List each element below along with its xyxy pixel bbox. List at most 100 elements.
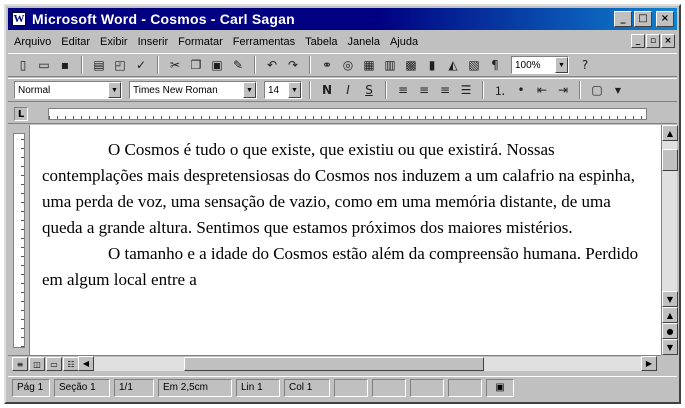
spelling-status-icon[interactable]: ▣ [486, 378, 514, 397]
menu-ajuda[interactable]: Ajuda [390, 36, 418, 48]
numbering-icon[interactable]: ⒈ [491, 81, 509, 99]
maximize-button[interactable]: □ [634, 11, 652, 27]
outline-view-icon[interactable]: ☷ [63, 357, 79, 371]
style-select[interactable]: Normal ▼ [14, 81, 122, 99]
close-button[interactable]: × [656, 11, 674, 27]
menu-janela[interactable]: Janela [348, 36, 380, 48]
hyperlink-icon[interactable]: ⚭ [318, 56, 336, 74]
undo-icon[interactable]: ↶ [263, 56, 281, 74]
toolbar-separator [81, 56, 83, 74]
show-hide-icon[interactable]: ¶ [486, 56, 504, 74]
cut-icon[interactable]: ✂ [166, 56, 184, 74]
status-rec[interactable] [334, 378, 368, 397]
toolbar-separator [309, 81, 311, 99]
word-app-icon[interactable]: W [12, 12, 26, 26]
menu-arquivo[interactable]: Arquivo [14, 36, 51, 48]
paragraph[interactable]: O Cosmos é tudo o que existe, que existi… [42, 137, 642, 241]
print-layout-icon[interactable]: ▭ [46, 357, 62, 371]
status-position: Em 2,5cm [158, 378, 232, 397]
toolbar-separator [385, 81, 387, 99]
columns-icon[interactable]: ▮ [423, 56, 441, 74]
status-pages: 1/1 [114, 378, 154, 397]
menu-editar[interactable]: Editar [61, 36, 90, 48]
standard-toolbar: ▯ ▭ ▪ ▤ ◰ ✓ ✂ ❐ ▣ ✎ ↶ ↷ ⚭ ◎ ▦ ▥ ▩ ▮ ◭ ▧ … [8, 53, 677, 77]
print-icon[interactable]: ▤ [90, 56, 108, 74]
menu-tabela[interactable]: Tabela [305, 36, 337, 48]
status-page: Pág 1 [12, 378, 50, 397]
scroll-left-icon[interactable]: ◀ [78, 356, 94, 371]
next-page-icon[interactable]: ▼ [662, 339, 678, 355]
horizontal-ruler[interactable]: L [8, 104, 677, 124]
status-trk[interactable] [372, 378, 406, 397]
decrease-indent-icon[interactable]: ⇤ [533, 81, 551, 99]
italic-icon[interactable]: I [339, 81, 357, 99]
minimize-button[interactable]: _ [614, 11, 632, 27]
horizontal-scroll-thumb[interactable] [184, 357, 484, 371]
previous-page-icon[interactable]: ▲ [662, 307, 678, 323]
drawing-icon[interactable]: ◭ [444, 56, 462, 74]
justify-icon[interactable]: ☰ [457, 81, 475, 99]
spelling-icon[interactable]: ✓ [132, 56, 150, 74]
chevron-down-icon[interactable]: ▼ [555, 57, 568, 73]
menu-ferramentas[interactable]: Ferramentas [233, 36, 295, 48]
insert-excel-icon[interactable]: ▩ [402, 56, 420, 74]
bold-icon[interactable]: N [318, 81, 336, 99]
document-text[interactable]: O Cosmos é tudo o que existe, que existi… [42, 137, 642, 293]
status-ovr[interactable] [448, 378, 482, 397]
normal-view-icon[interactable]: ≡ [12, 357, 28, 371]
toolbar-separator [579, 81, 581, 99]
title-bar[interactable]: W Microsoft Word - Cosmos - Carl Sagan _… [8, 8, 677, 30]
style-value: Normal [18, 84, 51, 96]
document-page[interactable]: O Cosmos é tudo o que existe, que existi… [30, 125, 663, 355]
status-ext[interactable] [410, 378, 444, 397]
vertical-ruler[interactable] [8, 125, 30, 355]
borders-icon[interactable]: ▢ [588, 81, 606, 99]
horizontal-scrollbar[interactable]: ≡ ◫ ▭ ☷ ◀ ▶ [8, 355, 661, 372]
web-layout-icon[interactable]: ◫ [29, 357, 45, 371]
redo-icon[interactable]: ↷ [284, 56, 302, 74]
help-icon[interactable]: ? [576, 56, 594, 74]
toolbar-separator [309, 56, 311, 74]
doc-close-button[interactable]: × [661, 34, 675, 48]
web-toolbar-icon[interactable]: ◎ [339, 56, 357, 74]
underline-icon[interactable]: S [360, 81, 378, 99]
doc-restore-button[interactable]: ▫ [646, 34, 660, 48]
doc-minimize-button[interactable]: _ [631, 34, 645, 48]
scroll-down-icon[interactable]: ▼ [662, 291, 678, 307]
chevron-down-icon[interactable]: ▼ [609, 81, 627, 99]
select-browse-object-icon[interactable]: ● [662, 323, 678, 339]
vertical-scroll-thumb[interactable] [662, 149, 678, 171]
menu-bar: Arquivo Editar Exibir Inserir Formatar F… [8, 32, 677, 52]
chevron-down-icon[interactable]: ▼ [243, 82, 256, 98]
print-preview-icon[interactable]: ◰ [111, 56, 129, 74]
align-right-icon[interactable]: ≡ [436, 81, 454, 99]
horizontal-scroll-track[interactable] [94, 357, 641, 371]
chevron-down-icon[interactable]: ▼ [288, 82, 301, 98]
tables-borders-icon[interactable]: ▦ [360, 56, 378, 74]
font-select[interactable]: Times New Roman ▼ [129, 81, 257, 99]
chevron-down-icon[interactable]: ▼ [108, 82, 121, 98]
menu-formatar[interactable]: Formatar [178, 36, 223, 48]
save-icon[interactable]: ▪ [56, 56, 74, 74]
zoom-select[interactable]: 100% ▼ [511, 56, 569, 74]
increase-indent-icon[interactable]: ⇥ [554, 81, 572, 99]
paragraph[interactable]: O tamanho e a idade do Cosmos estão além… [42, 241, 642, 293]
tab-stop-icon[interactable]: L [14, 107, 28, 121]
align-center-icon[interactable]: ≡ [415, 81, 433, 99]
menu-exibir[interactable]: Exibir [100, 36, 128, 48]
align-left-icon[interactable]: ≡ [394, 81, 412, 99]
vertical-scrollbar[interactable]: ▲ ▼ ▲ ● ▼ [661, 125, 678, 355]
format-painter-icon[interactable]: ✎ [229, 56, 247, 74]
insert-table-icon[interactable]: ▥ [381, 56, 399, 74]
bullets-icon[interactable]: • [512, 81, 530, 99]
copy-icon[interactable]: ❐ [187, 56, 205, 74]
status-column: Col 1 [284, 378, 330, 397]
document-map-icon[interactable]: ▧ [465, 56, 483, 74]
open-folder-icon[interactable]: ▭ [35, 56, 53, 74]
scroll-right-icon[interactable]: ▶ [641, 356, 657, 371]
paste-icon[interactable]: ▣ [208, 56, 226, 74]
new-document-icon[interactable]: ▯ [14, 56, 32, 74]
scroll-up-icon[interactable]: ▲ [662, 125, 678, 141]
font-size-select[interactable]: 14 ▼ [264, 81, 302, 99]
menu-inserir[interactable]: Inserir [138, 36, 169, 48]
